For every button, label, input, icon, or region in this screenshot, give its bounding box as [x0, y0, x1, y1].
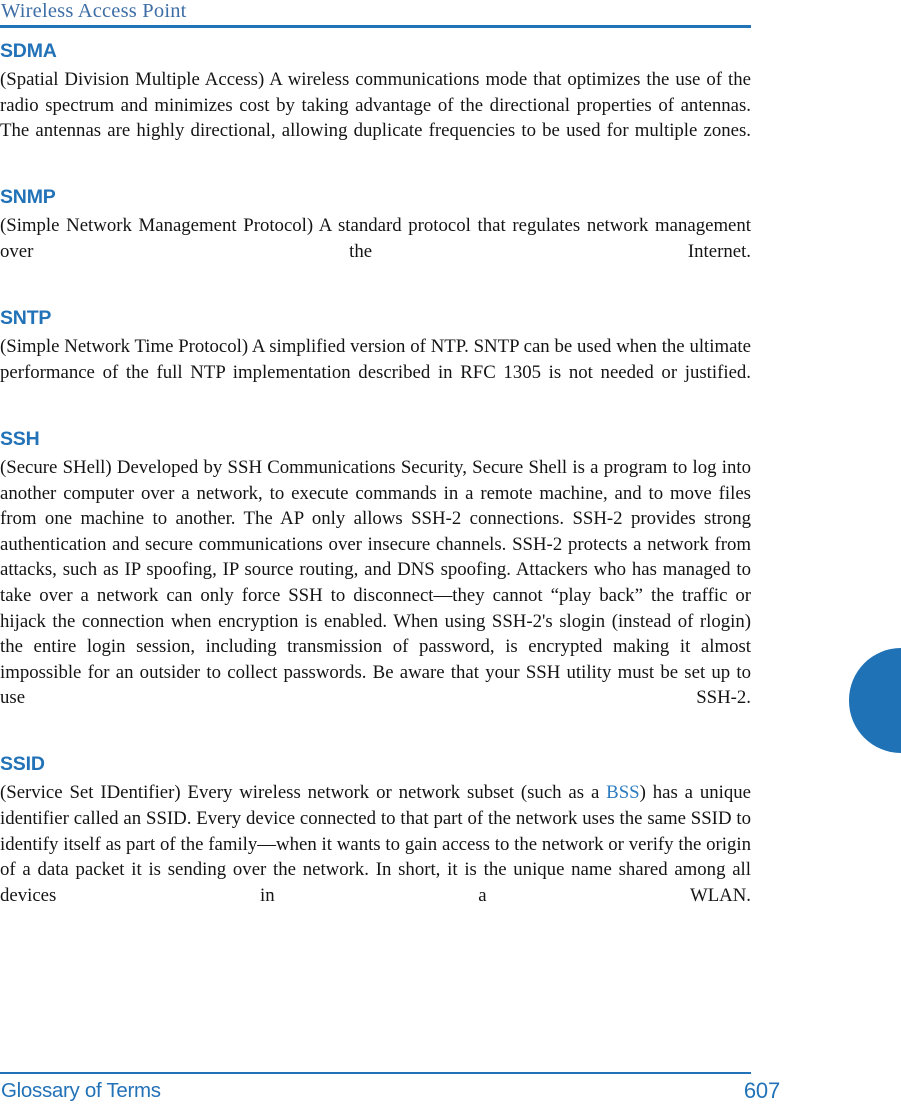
term-heading: SSH: [0, 427, 40, 450]
glossary-content: SDMA (Spatial Division Multiple Access) …: [0, 40, 751, 934]
glossary-entry-ssh: SSH (Secure SHell) Developed by SSH Comm…: [0, 428, 751, 737]
glossary-entry-ssid: SSID (Service Set IDentifier) Every wire…: [0, 753, 751, 934]
glossary-entry-sdma: SDMA (Spatial Division Multiple Access) …: [0, 40, 751, 169]
footer-row: Glossary of Terms 607: [0, 1078, 780, 1106]
glossary-entry-snmp: SNMP (Simple Network Management Protocol…: [0, 186, 751, 290]
term-heading: SDMA: [0, 40, 57, 62]
term-heading: SNTP: [0, 307, 52, 330]
term-definition: (Service Set IDentifier) Every wireless …: [0, 780, 751, 934]
header-divider-rule: [0, 25, 751, 28]
term-definition: (Secure SHell) Developed by SSH Communic…: [0, 456, 751, 709]
running-footer: Glossary of Terms 607: [0, 1072, 780, 1106]
document-page: Wireless Access Point SDMA (Spatial Divi…: [0, 0, 901, 1114]
section-thumb-tab: [849, 648, 901, 753]
running-header: Wireless Access Point: [0, 0, 751, 28]
term-heading: SSID: [0, 753, 45, 776]
term-heading: SNMP: [0, 186, 56, 209]
glossary-entry-sntp: SNTP (Simple Network Time Protocol) A si…: [0, 307, 751, 411]
footer-page-number: 607: [743, 1078, 780, 1103]
running-header-title: Wireless Access Point: [1, 0, 187, 22]
footer-divider-rule: [0, 1072, 751, 1074]
term-definition: (Simple Network Management Protocol) A s…: [0, 215, 751, 262]
term-definition: (Simple Network Time Protocol) A simplif…: [0, 336, 751, 383]
footer-section-label: Glossary of Terms: [1, 1079, 161, 1102]
term-definition: (Spatial Division Multiple Access) A wir…: [0, 69, 751, 142]
definition-text-before-xref: (Service Set IDentifier) Every wireless …: [0, 782, 607, 804]
cross-reference-link-bss[interactable]: BSS: [606, 782, 639, 803]
